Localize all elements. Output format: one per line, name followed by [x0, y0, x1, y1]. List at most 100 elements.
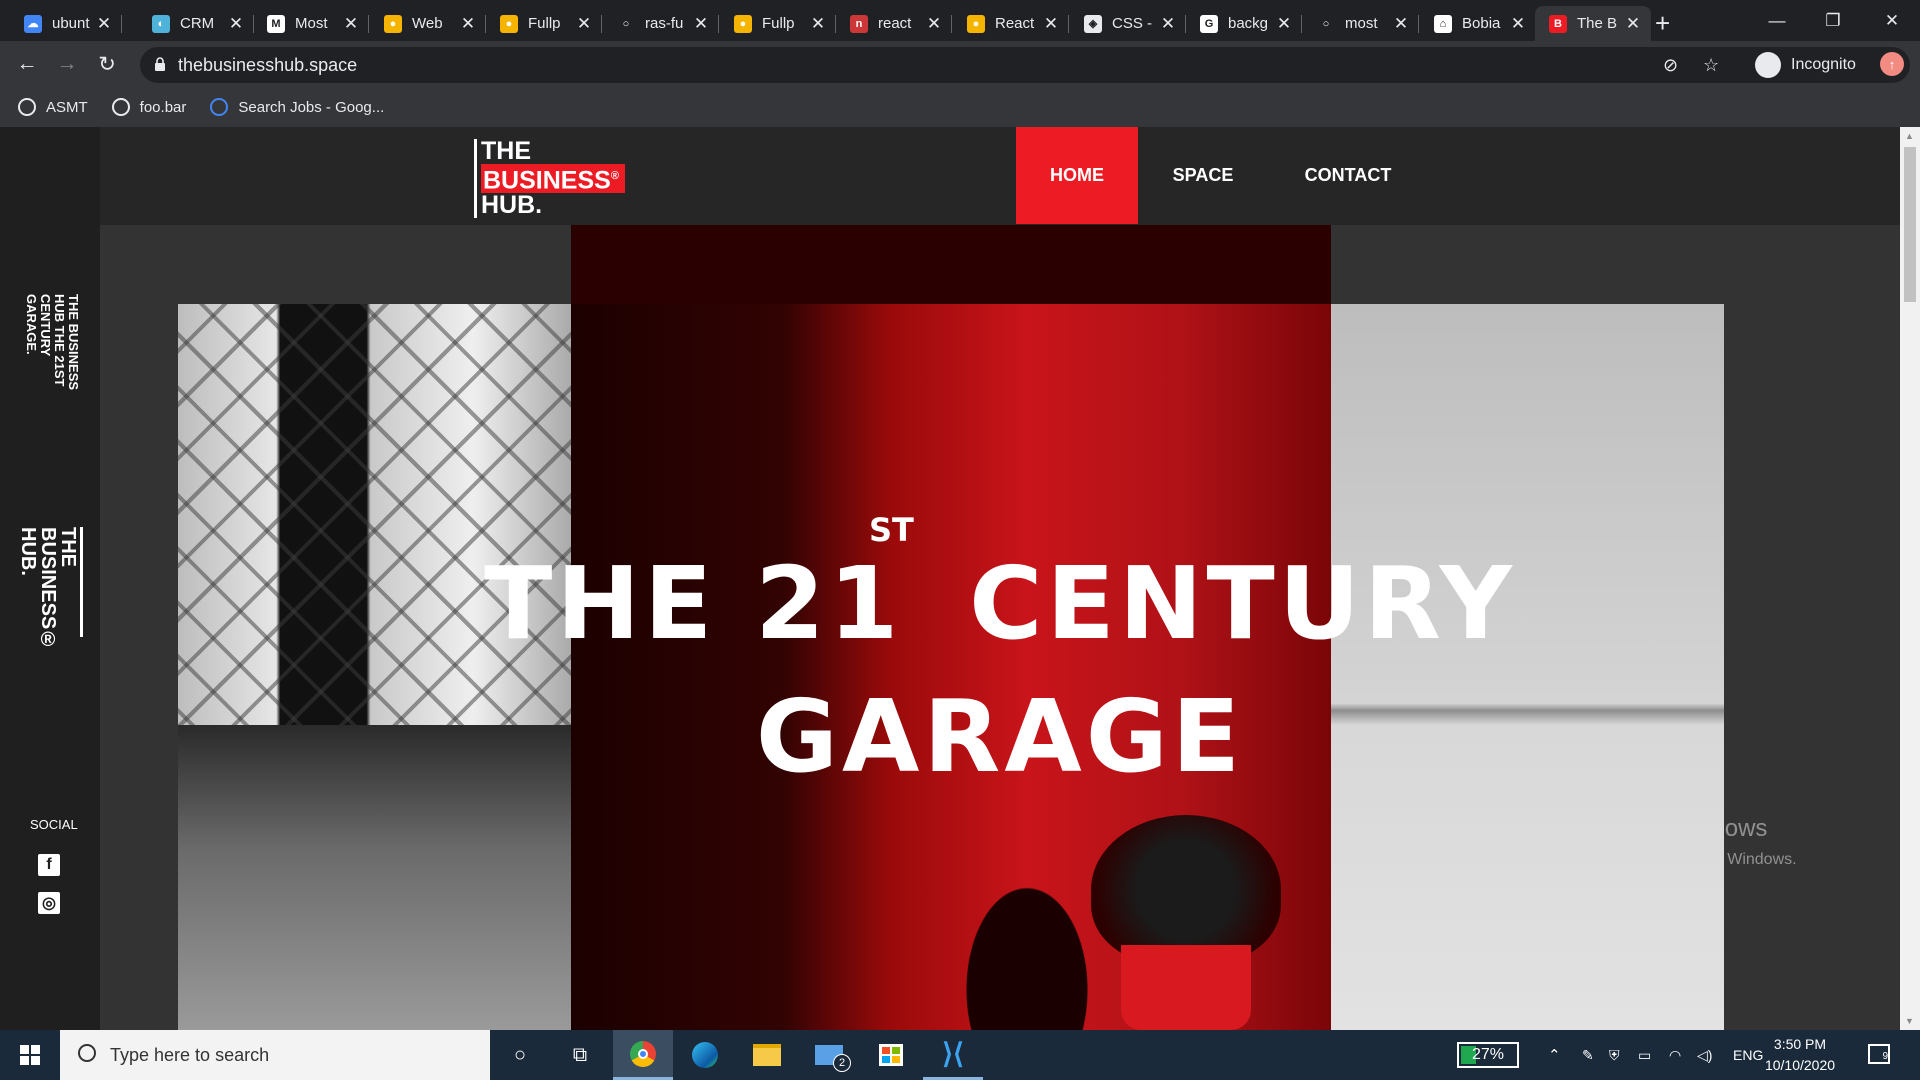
incognito-icon [1755, 52, 1781, 78]
browser-tab[interactable]: ☁ ubunt ✕ [10, 6, 122, 41]
tab-close-icon[interactable]: ✕ [228, 14, 244, 34]
bookmark-asmt[interactable]: ASMT [18, 98, 88, 116]
tab-close-icon[interactable]: ✕ [576, 14, 592, 34]
incognito-indicator[interactable]: Incognito [1755, 47, 1856, 83]
browser-toolbar: ← → ↻ thebusinesshub.space ⊘ ☆ Incognito [0, 41, 1920, 87]
hero-title-line-2: GARAGE [755, 678, 1245, 795]
browser-tab[interactable]: ● Fullp ✕ [486, 6, 602, 41]
wifi-icon[interactable]: ◠ [1669, 1030, 1681, 1080]
bookmarks-bar: ASMT foo.bar Search Jobs - Goog... [0, 87, 1920, 127]
tab-close-icon[interactable]: ✕ [810, 14, 826, 34]
page-scrollbar[interactable]: ▲ ▼ [1900, 127, 1920, 1030]
close-window-button[interactable]: ✕ [1864, 0, 1920, 41]
store-icon[interactable] [861, 1030, 921, 1080]
tab-close-icon[interactable]: ✕ [1510, 14, 1526, 34]
instagram-icon[interactable]: ◎ [38, 892, 60, 914]
tab-close-icon[interactable]: ✕ [1393, 14, 1409, 34]
scroll-up-arrow[interactable]: ▲ [1905, 131, 1914, 141]
file-explorer-icon[interactable] [737, 1030, 797, 1080]
star-icon[interactable]: ☆ [1703, 55, 1719, 76]
mail-icon[interactable]: 2 [799, 1030, 859, 1080]
tab-strip: ☁ ubunt ✕ ◐ CRM ✕ M Most ✕ ● Web ✕ ● Fullp ✕ ○ ras-fu ✕ ● F… [0, 0, 1920, 41]
battery-percent: 27% [1471, 1046, 1505, 1063]
tracking-off-icon[interactable]: ⊘ [1663, 55, 1678, 76]
address-bar[interactable]: thebusinesshub.space ⊘ ☆ [140, 47, 1910, 83]
logo-line-3: HUB. [481, 191, 543, 220]
browser-tab[interactable]: B The B ✕ [1535, 6, 1651, 41]
browser-tab[interactable]: ● Fullp ✕ [720, 6, 836, 41]
browser-tab[interactable]: ⌂ Bobia ✕ [1420, 6, 1536, 41]
tab-favicon-icon: ◐ [152, 14, 170, 33]
left-sidebar: THE BUSINESS HUB THE 21ST CENTURY GARAGE… [0, 127, 100, 1030]
facebook-icon[interactable]: f [38, 854, 60, 876]
update-icon[interactable]: ↑ [1880, 52, 1904, 76]
nav-contact[interactable]: CONTACT [1268, 127, 1428, 224]
site-header: THE BUSINESS® HUB. HOME SPACE CONTACT [100, 127, 1900, 225]
tab-title: react [878, 15, 912, 32]
battery-icon[interactable]: ▭ [1638, 1030, 1651, 1080]
browser-tab[interactable]: ○ ras-fu ✕ [603, 6, 719, 41]
browser-tab[interactable]: Gbackg ✕ [1186, 6, 1302, 41]
tab-close-icon[interactable]: ✕ [926, 14, 942, 34]
tab-close-icon[interactable]: ✕ [460, 14, 476, 34]
tab-close-icon[interactable]: ✕ [96, 14, 112, 34]
globe-icon [18, 98, 36, 116]
minimize-button[interactable]: — [1749, 0, 1805, 41]
hero-title-line-1: THE 21 CENTURY [100, 545, 1900, 662]
browser-tab[interactable]: n react ✕ [836, 6, 952, 41]
sidebar-logo: THE BUSINESS® HUB. [17, 527, 83, 651]
logo-word: BUSINESS [483, 166, 611, 195]
site-logo[interactable]: THE BUSINESS® HUB. [474, 139, 625, 220]
pot-image [1121, 945, 1251, 1030]
bookmark-search-jobs[interactable]: Search Jobs - Goog... [210, 98, 384, 116]
tab-close-icon[interactable]: ✕ [1625, 14, 1641, 34]
browser-tab[interactable]: ● Web ✕ [370, 6, 486, 41]
tab-title: backg [1228, 15, 1269, 32]
volume-icon[interactable]: ◁) [1697, 1030, 1712, 1080]
tab-favicon-icon: ● [500, 14, 518, 33]
clock[interactable]: 3:50 PM 10/10/2020 [1760, 1034, 1840, 1076]
browser-tab[interactable]: ● React ✕ [953, 6, 1069, 41]
activate-windows-subtitle: Go to Settings to activate Windows. [1544, 851, 1797, 868]
browser-tab[interactable]: ◐ CRM ✕ [138, 6, 254, 41]
nav-space[interactable]: SPACE [1138, 127, 1268, 224]
vscode-icon[interactable]: ⟩⟨ [923, 1030, 983, 1080]
cortana-icon[interactable]: ○ [490, 1030, 550, 1080]
language-indicator[interactable]: ENG [1733, 1030, 1763, 1080]
tab-close-icon[interactable]: ✕ [1276, 14, 1292, 34]
tab-title: The B [1577, 15, 1618, 32]
pen-icon[interactable]: ✎ [1582, 1030, 1594, 1080]
tab-close-icon[interactable]: ✕ [1160, 14, 1176, 34]
battery-indicator[interactable]: 27% [1457, 1042, 1519, 1068]
edge-icon[interactable] [675, 1030, 735, 1080]
scroll-down-arrow[interactable]: ▼ [1905, 1016, 1914, 1026]
chrome-icon[interactable] [613, 1030, 673, 1080]
tab-close-icon[interactable]: ✕ [1043, 14, 1059, 34]
url-text: thebusinesshub.space [178, 55, 358, 75]
notification-count: 9 [1882, 1051, 1888, 1062]
new-tab-button[interactable]: + [1655, 8, 1670, 39]
show-hidden-icons[interactable]: ⌃ [1548, 1030, 1561, 1080]
restore-button[interactable]: ❐ [1805, 0, 1861, 41]
defender-icon[interactable]: ⛨ [1609, 1030, 1620, 1080]
tab-favicon-icon: n [850, 14, 868, 33]
tab-close-icon[interactable]: ✕ [693, 14, 709, 34]
nav-home[interactable]: HOME [1016, 127, 1138, 224]
browser-tab[interactable]: ◈ CSS - ✕ [1070, 6, 1186, 41]
notifications-icon[interactable]: 9 [1868, 1044, 1890, 1064]
bookmark-foobar[interactable]: foo.bar [111, 98, 186, 116]
start-button[interactable] [0, 1030, 60, 1080]
hero-photo-left [178, 304, 571, 1030]
forward-button[interactable]: → [52, 49, 82, 79]
scrollbar-thumb[interactable] [1904, 147, 1916, 302]
reload-button[interactable]: ↻ [92, 49, 122, 79]
browser-tab[interactable]: ○ most ✕ [1303, 6, 1419, 41]
taskbar-search[interactable]: Type here to search [60, 1030, 490, 1080]
hero-section: ST THE 21 CENTURY GARAGE Activate Window… [100, 225, 1900, 1030]
activate-windows-title: Activate Windows [1578, 815, 1768, 842]
tab-title: Bobia [1462, 15, 1501, 32]
browser-tab[interactable]: M Most ✕ [253, 6, 369, 41]
task-view-icon[interactable]: ⧉ [550, 1030, 610, 1080]
tab-close-icon[interactable]: ✕ [343, 14, 359, 34]
back-button[interactable]: ← [12, 49, 42, 79]
